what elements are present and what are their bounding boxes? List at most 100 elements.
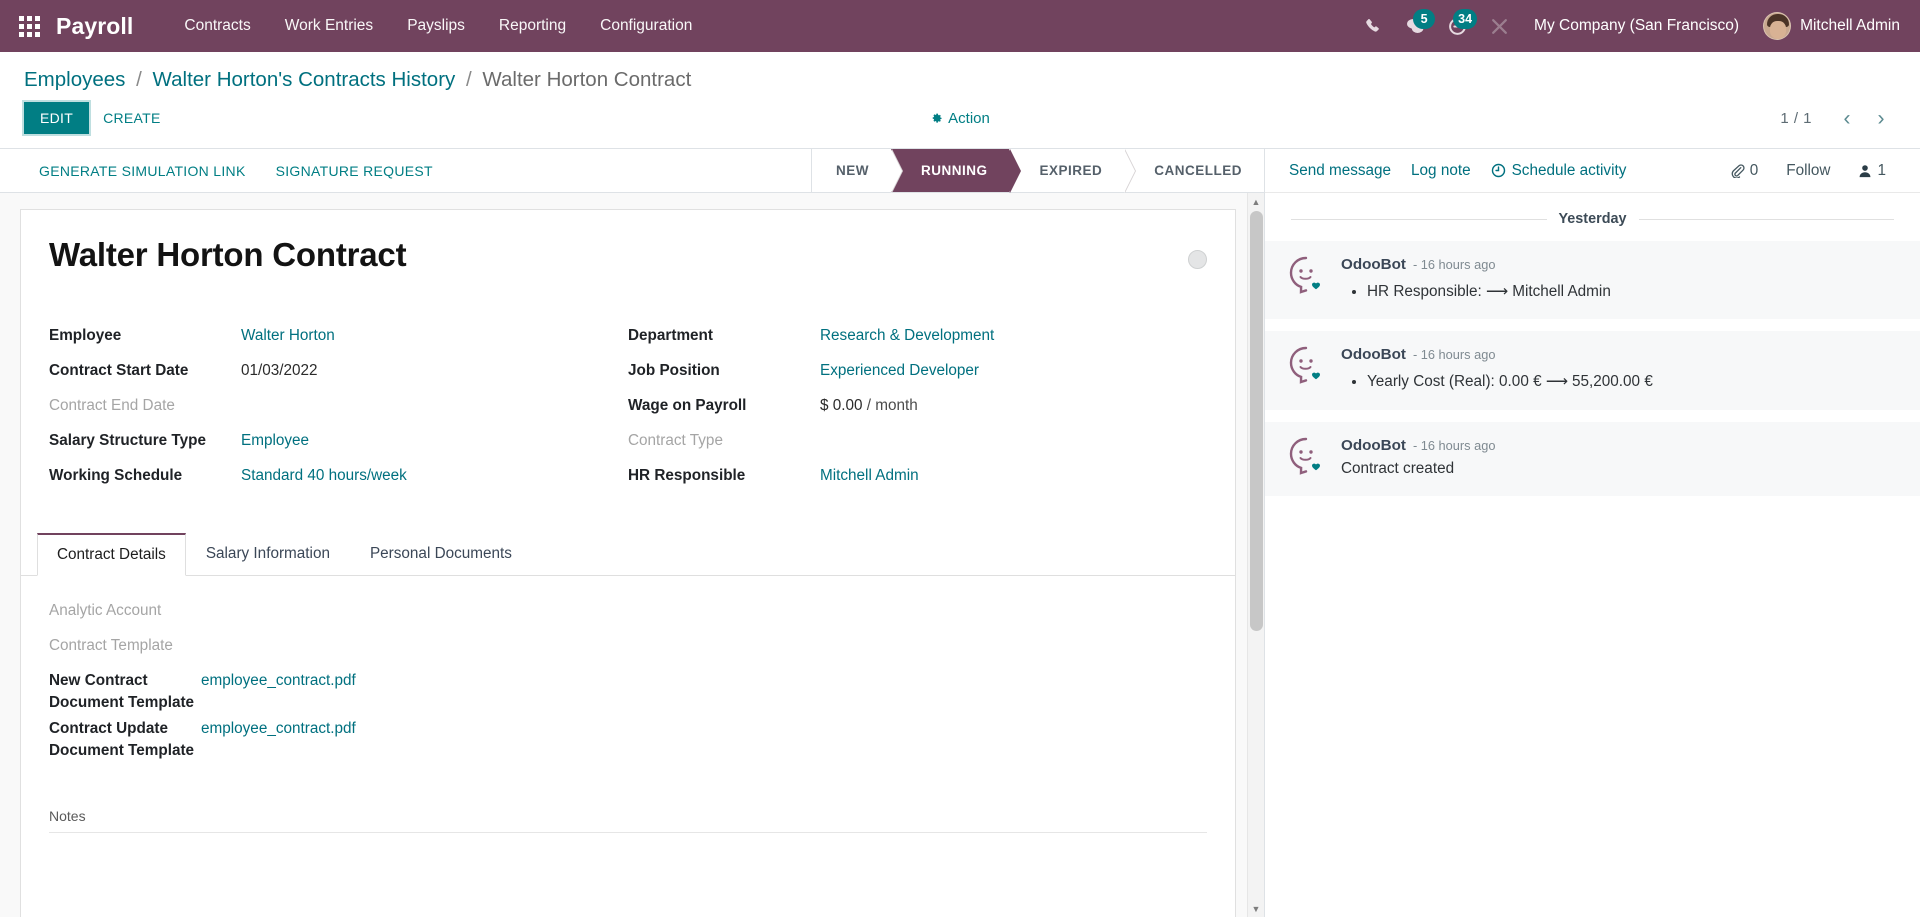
field-label: Job Position bbox=[628, 361, 720, 379]
field-label: Employee bbox=[49, 326, 122, 344]
statusbar-buttons: GENERATE SIMULATION LINK SIGNATURE REQUE… bbox=[0, 149, 448, 192]
chatter-topbar: Send message Log note Schedule activity … bbox=[1265, 149, 1920, 193]
navbar-systray: 5 34 My Company (San Francisco) Mitchell… bbox=[1352, 5, 1906, 47]
tab-contract-details[interactable]: Contract Details bbox=[37, 532, 186, 576]
chevron-left-icon[interactable]: ‹ bbox=[1832, 103, 1862, 133]
control-panel: EDIT CREATE Action 1 / 1 ‹ › bbox=[0, 98, 1920, 148]
generate-simulation-link-button[interactable]: GENERATE SIMULATION LINK bbox=[24, 155, 261, 187]
followers-count: 1 bbox=[1877, 161, 1886, 179]
attachments-button[interactable]: 0 bbox=[1718, 156, 1771, 186]
log-note-button[interactable]: Log note bbox=[1401, 156, 1481, 186]
main-content: GENERATE SIMULATION LINK SIGNATURE REQUE… bbox=[0, 148, 1920, 917]
message-author[interactable]: OdooBot bbox=[1341, 256, 1406, 273]
message-author[interactable]: OdooBot bbox=[1341, 346, 1406, 363]
form-sheet: Walter Horton Contract Employee Walter H… bbox=[20, 209, 1236, 917]
user-icon bbox=[1860, 164, 1871, 177]
scroll-down-icon[interactable]: ▼ bbox=[1248, 900, 1264, 917]
field-value-job-position[interactable]: Experienced Developer bbox=[820, 360, 979, 383]
activities-badge: 34 bbox=[1453, 9, 1478, 29]
status-stage-running[interactable]: RUNNING bbox=[890, 149, 1021, 193]
phone-icon[interactable] bbox=[1352, 5, 1394, 47]
pager: 1 / 1 ‹ › bbox=[1780, 103, 1896, 133]
message-timestamp: - 16 hours ago bbox=[1412, 437, 1496, 453]
menu-item-payslips[interactable]: Payslips bbox=[390, 10, 482, 42]
action-menu-button[interactable]: Action bbox=[930, 110, 990, 127]
notes-divider bbox=[49, 831, 1207, 833]
field-value-contract-update-document-template[interactable]: employee_contract.pdf bbox=[201, 718, 356, 741]
field-value-wage-on-payroll[interactable]: $ 0.00 / month bbox=[820, 395, 918, 418]
field-label: HR Responsible bbox=[628, 466, 746, 484]
field-salary-structure-type: Salary Structure Type Employee bbox=[49, 428, 628, 463]
chatter-messages: Yesterday OdooBot - 16 hours ago • HR Re… bbox=[1265, 193, 1920, 917]
signature-request-button[interactable]: SIGNATURE REQUEST bbox=[261, 155, 448, 187]
field-label: Contract Type bbox=[628, 431, 723, 449]
field-label: Contract Start Date bbox=[49, 361, 189, 379]
field-working-schedule: Working Schedule Standard 40 hours/week bbox=[49, 463, 628, 498]
status-stage-expired[interactable]: EXPIRED bbox=[1009, 149, 1137, 193]
status-stage-new[interactable]: NEW bbox=[811, 149, 903, 193]
activities-icon[interactable]: 34 bbox=[1436, 5, 1478, 47]
message-author[interactable]: OdooBot bbox=[1341, 437, 1406, 454]
status-stage-cancelled[interactable]: CANCELLED bbox=[1124, 149, 1264, 192]
message-body: OdooBot - 16 hours ago Yearly Cost (Real… bbox=[1341, 344, 1894, 394]
field-value-contract-start-date[interactable]: 01/03/2022 bbox=[241, 360, 318, 383]
field-value-hr-responsible[interactable]: Mitchell Admin bbox=[820, 465, 919, 488]
field-value-employee[interactable]: Walter Horton bbox=[241, 325, 335, 348]
create-button[interactable]: CREATE bbox=[89, 103, 175, 133]
field-contract-start-date: Contract Start Date 01/03/2022 bbox=[49, 358, 628, 393]
app-brand-payroll[interactable]: Payroll bbox=[56, 13, 133, 40]
schedule-activity-button[interactable]: Schedule activity bbox=[1481, 156, 1637, 186]
apps-menu-button[interactable] bbox=[10, 7, 48, 45]
send-message-button[interactable]: Send message bbox=[1279, 156, 1401, 186]
chevron-right-icon[interactable]: › bbox=[1866, 103, 1896, 133]
scroll-up-icon[interactable]: ▲ bbox=[1248, 193, 1264, 210]
edit-button[interactable]: EDIT bbox=[24, 102, 90, 134]
tab-salary-information[interactable]: Salary Information bbox=[186, 533, 350, 576]
scrollbar-thumb[interactable] bbox=[1250, 211, 1263, 631]
message-header: OdooBot - 16 hours ago bbox=[1341, 346, 1894, 363]
field-label: Wage on Payroll bbox=[628, 396, 747, 414]
day-separator: Yesterday bbox=[1265, 193, 1920, 241]
kanban-state-icon[interactable] bbox=[1188, 250, 1207, 269]
odoobot-avatar-icon bbox=[1285, 344, 1327, 386]
apps-grid-icon bbox=[18, 15, 40, 37]
field-column-right: Department Research & Development Job Po… bbox=[628, 323, 1207, 498]
menu-item-configuration[interactable]: Configuration bbox=[583, 10, 709, 42]
field-employee: Employee Walter Horton bbox=[49, 323, 628, 358]
followers-button[interactable]: 1 bbox=[1846, 156, 1898, 186]
odoobot-avatar-icon bbox=[1285, 435, 1327, 477]
field-value-working-schedule[interactable]: Standard 40 hours/week bbox=[241, 465, 407, 488]
menu-item-work-entries[interactable]: Work Entries bbox=[268, 10, 390, 42]
follow-button[interactable]: Follow bbox=[1774, 156, 1842, 186]
field-value-salary-structure-type[interactable]: Employee bbox=[241, 430, 309, 453]
notes-label: Notes bbox=[49, 807, 86, 824]
gear-icon bbox=[932, 113, 942, 123]
tracking-value: HR Responsible: ⟶ Mitchell Admin bbox=[1367, 280, 1894, 304]
field-label: Analytic Account bbox=[49, 601, 162, 619]
company-selector[interactable]: My Company (San Francisco) bbox=[1520, 10, 1753, 42]
tab-personal-documents[interactable]: Personal Documents bbox=[350, 533, 532, 576]
menu-item-contracts[interactable]: Contracts bbox=[167, 10, 267, 42]
day-separator-label: Yesterday bbox=[1558, 211, 1627, 227]
field-wage-on-payroll: Wage on Payroll $ 0.00 / month bbox=[628, 393, 1207, 428]
wrench-screwdriver-icon[interactable] bbox=[1478, 5, 1520, 47]
field-label: New Contract Document Template bbox=[49, 671, 195, 711]
breadcrumb-item-current: Walter Horton Contract bbox=[482, 68, 692, 91]
menu-item-reporting[interactable]: Reporting bbox=[482, 10, 583, 42]
field-value-department[interactable]: Research & Development bbox=[820, 325, 994, 348]
field-label: Contract End Date bbox=[49, 396, 175, 414]
page-title: Walter Horton Contract bbox=[49, 236, 407, 273]
field-grid: Employee Walter Horton Contract Start Da… bbox=[49, 323, 1207, 498]
form-scrollbar[interactable]: ▲ ▼ bbox=[1247, 193, 1264, 917]
breadcrumb-item-contracts-history[interactable]: Walter Horton's Contracts History bbox=[153, 68, 456, 91]
breadcrumb-item-employees[interactable]: Employees bbox=[24, 68, 125, 91]
field-column-left: Employee Walter Horton Contract Start Da… bbox=[49, 323, 628, 498]
avatar bbox=[1763, 12, 1792, 40]
separator-line-right bbox=[1638, 218, 1895, 220]
breadcrumb: Employees / Walter Horton's Contracts Hi… bbox=[0, 52, 1920, 98]
messages-icon[interactable]: 5 bbox=[1394, 5, 1436, 47]
wage-amount: $ 0.00 bbox=[820, 396, 863, 414]
field-value-new-contract-document-template[interactable]: employee_contract.pdf bbox=[201, 670, 356, 693]
field-job-position: Job Position Experienced Developer bbox=[628, 358, 1207, 393]
user-menu[interactable]: Mitchell Admin bbox=[1753, 7, 1906, 45]
